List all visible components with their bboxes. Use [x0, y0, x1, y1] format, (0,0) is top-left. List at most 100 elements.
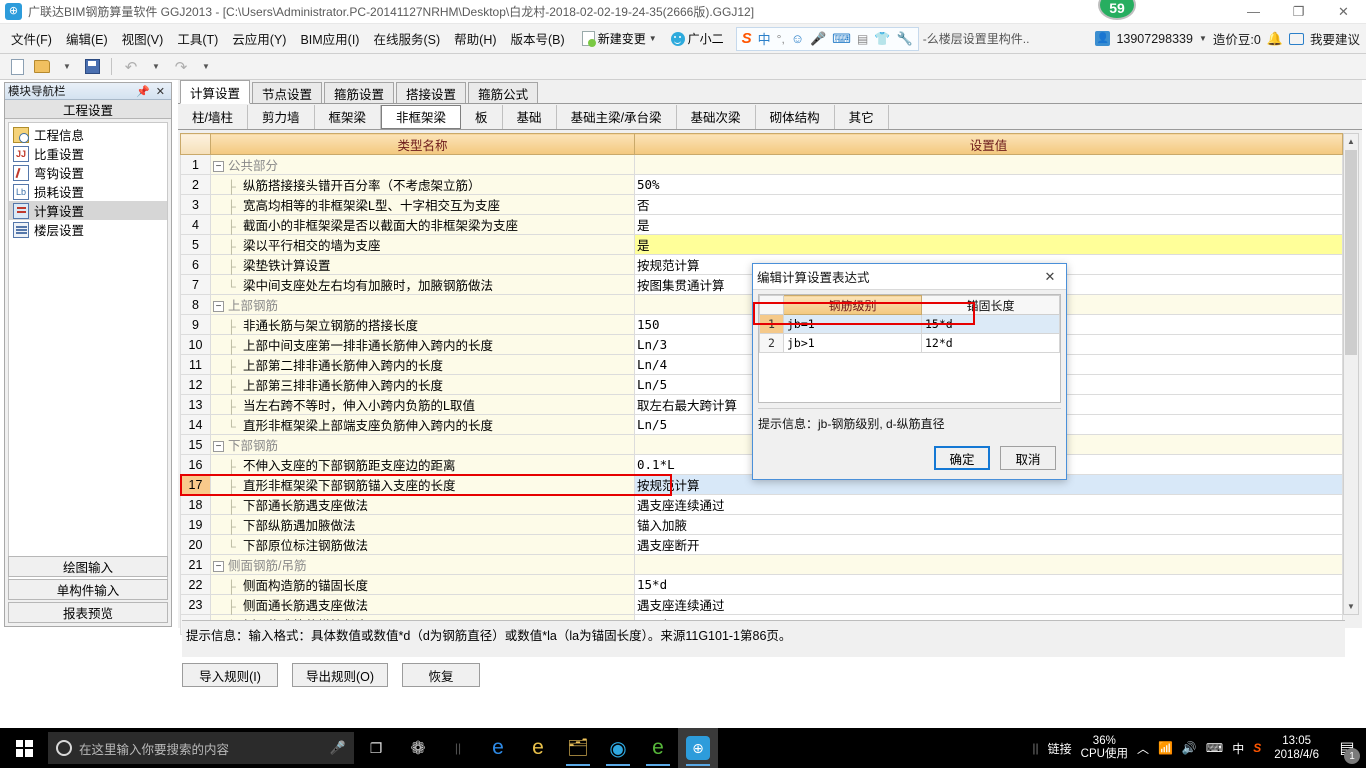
ime-voice-icon[interactable]: 🎤: [810, 31, 826, 47]
row-number[interactable]: 17: [180, 474, 211, 495]
taskbar-app-ie[interactable]: e: [518, 728, 558, 768]
dialog-anchor-length-cell[interactable]: 12*d: [921, 333, 1060, 353]
row-type-name[interactable]: ├ 上部第三排非通长筋伸入跨内的长度: [210, 374, 635, 395]
table-row[interactable]: 21− 侧面钢筋/吊筋: [180, 554, 1343, 575]
table-row[interactable]: 2 ├ 纵筋搭接接头错开百分率（不考虑架立筋） 50%: [180, 174, 1343, 195]
table-row[interactable]: 19 ├ 下部纵筋遇加腋做法 锚入加腋: [180, 514, 1343, 535]
sidebar-item-floor[interactable]: 楼层设置: [9, 220, 167, 239]
row-type-name[interactable]: └ 下部原位标注钢筋做法: [210, 534, 635, 555]
dialog-row[interactable]: 2 jb>1 12*d: [759, 333, 1060, 353]
sidebar-item-weight[interactable]: JJ 比重设置: [9, 144, 167, 163]
grid-vertical-scrollbar[interactable]: ▲ ▼: [1343, 133, 1359, 615]
row-type-name[interactable]: − 下部钢筋: [210, 434, 635, 455]
menu-view[interactable]: 视图(V): [115, 25, 171, 52]
row-number[interactable]: 21: [180, 554, 211, 575]
tab-lap-settings[interactable]: 搭接设置: [396, 82, 467, 103]
menu-online[interactable]: 在线服务(S): [366, 25, 447, 52]
taskbar-app-ggj[interactable]: ⊕: [678, 728, 718, 768]
tab-foundation-main-beam[interactable]: 基础主梁/承台梁: [557, 104, 677, 129]
row-number[interactable]: 16: [180, 454, 211, 475]
row-type-name[interactable]: ├ 侧面通长筋遇支座做法: [210, 594, 635, 615]
row-number[interactable]: 5: [180, 234, 211, 255]
row-number[interactable]: 22: [180, 574, 211, 595]
volume-icon[interactable]: 🔊: [1182, 741, 1197, 755]
row-setting-value[interactable]: 锚入加腋: [634, 514, 1343, 535]
save-button[interactable]: [81, 56, 103, 77]
tab-column-wall[interactable]: 柱/墙柱: [178, 104, 248, 129]
sidebar-item-loss[interactable]: Lb 损耗设置: [9, 182, 167, 201]
row-type-name[interactable]: ├ 不伸入支座的下部钢筋距支座边的距离: [210, 454, 635, 475]
row-type-name[interactable]: ├ 宽高均相等的非框架梁L型、十字相交互为支座: [210, 194, 635, 215]
tab-foundation[interactable]: 基础: [503, 104, 557, 129]
tab-calc-settings[interactable]: 计算设置: [180, 80, 251, 104]
redo-button[interactable]: ↷: [170, 56, 192, 77]
row-number[interactable]: 23: [180, 594, 211, 615]
mode-single-component-input[interactable]: 单构件输入: [8, 579, 168, 600]
menu-edit[interactable]: 编辑(E): [59, 25, 115, 52]
undo-dropdown-button[interactable]: ▼: [145, 56, 167, 77]
cpu-usage-widget[interactable]: 36% CPU使用: [1081, 735, 1128, 761]
menu-cloud[interactable]: 云应用(Y): [225, 25, 293, 52]
row-number[interactable]: 10: [180, 334, 211, 355]
row-type-name[interactable]: − 公共部分: [210, 154, 635, 175]
row-number[interactable]: 11: [180, 354, 211, 375]
row-setting-value[interactable]: [634, 154, 1343, 175]
notification-badge[interactable]: 59: [1098, 0, 1136, 20]
dialog-row-number[interactable]: 1: [759, 314, 784, 334]
row-number[interactable]: 8: [180, 294, 211, 315]
ime-skin-icon[interactable]: 👕: [874, 31, 890, 47]
row-number[interactable]: 2: [180, 174, 211, 195]
row-setting-value[interactable]: 遇支座连续通过: [634, 594, 1343, 615]
taskbar-app-edge[interactable]: e: [478, 728, 518, 768]
tab-other[interactable]: 其它: [835, 104, 889, 129]
row-type-name[interactable]: ├ 梁以平行相交的墙为支座: [210, 234, 635, 255]
account-phone[interactable]: 13907298339: [1116, 32, 1192, 46]
scroll-up-arrow-icon[interactable]: ▲: [1344, 134, 1358, 149]
row-number[interactable]: 18: [180, 494, 211, 515]
row-type-name[interactable]: ├ 上部中间支座第一排非通长筋伸入跨内的长度: [210, 334, 635, 355]
maximize-button[interactable]: ❐: [1276, 0, 1321, 24]
menu-file[interactable]: 文件(F): [4, 25, 59, 52]
tab-stirrup-formula[interactable]: 箍筋公式: [468, 82, 539, 103]
menu-help[interactable]: 帮助(H): [447, 25, 503, 52]
tray-link-label[interactable]: 链接: [1048, 740, 1072, 757]
row-number[interactable]: 19: [180, 514, 211, 535]
row-setting-value[interactable]: 15*d: [634, 574, 1343, 595]
assistant-button[interactable]: 广小二: [667, 28, 728, 49]
row-number[interactable]: 12: [180, 374, 211, 395]
ime-keyboard-icon[interactable]: ⌨: [832, 31, 851, 47]
table-row[interactable]: 22 ├ 侧面构造筋的锚固长度 15*d: [180, 574, 1343, 595]
dialog-anchor-length-cell[interactable]: 15*d: [921, 314, 1060, 334]
table-row[interactable]: 3 ├ 宽高均相等的非框架梁L型、十字相交互为支座 否: [180, 194, 1343, 215]
open-dropdown-button[interactable]: ▼: [56, 56, 78, 77]
row-number[interactable]: 4: [180, 214, 211, 235]
minimize-button[interactable]: —: [1231, 0, 1276, 24]
sidebar-item-calc-settings[interactable]: 计算设置: [9, 201, 167, 220]
row-type-name[interactable]: − 上部钢筋: [210, 294, 635, 315]
row-type-name[interactable]: ├ 截面小的非框架梁是否以截面大的非框架梁为支座: [210, 214, 635, 235]
row-type-name[interactable]: − 侧面钢筋/吊筋: [210, 554, 635, 575]
menu-version[interactable]: 版本号(B): [504, 25, 572, 52]
taskbar-app-greenbrowser[interactable]: e: [638, 728, 678, 768]
row-type-name[interactable]: ├ 纵筋搭接接头错开百分率（不考虑架立筋）: [210, 174, 635, 195]
scroll-down-arrow-icon[interactable]: ▼: [1344, 599, 1358, 614]
row-setting-value[interactable]: 遇支座断开: [634, 534, 1343, 555]
action-center-button[interactable]: ▤ 1: [1332, 728, 1362, 768]
tab-node-settings[interactable]: 节点设置: [252, 82, 323, 103]
panel-close-icon[interactable]: ✕: [153, 85, 168, 98]
table-row[interactable]: 20 └ 下部原位标注钢筋做法 遇支座断开: [180, 534, 1343, 555]
tray-expand-chevron-up-icon[interactable]: ︿: [1137, 740, 1149, 757]
row-type-name[interactable]: ├ 直形非框架梁下部钢筋锚入支座的长度: [210, 474, 635, 495]
row-setting-value[interactable]: 遇支座连续通过: [634, 494, 1343, 515]
tab-slab[interactable]: 板: [461, 104, 503, 129]
redo-dropdown-button[interactable]: ▼: [195, 56, 217, 77]
row-number[interactable]: 20: [180, 534, 211, 555]
tab-stirrup-settings[interactable]: 箍筋设置: [324, 82, 395, 103]
row-number[interactable]: 3: [180, 194, 211, 215]
keyboard-icon[interactable]: ⌨: [1206, 741, 1223, 755]
export-rules-button[interactable]: 导出规则(O): [292, 663, 388, 687]
taskbar-search-box[interactable]: 在这里输入你要搜索的内容 🎤: [48, 732, 354, 764]
taskbar-app-360[interactable]: ◉: [598, 728, 638, 768]
tab-frame-beam[interactable]: 框架梁: [315, 104, 382, 129]
row-type-name[interactable]: ├ 下部纵筋遇加腋做法: [210, 514, 635, 535]
